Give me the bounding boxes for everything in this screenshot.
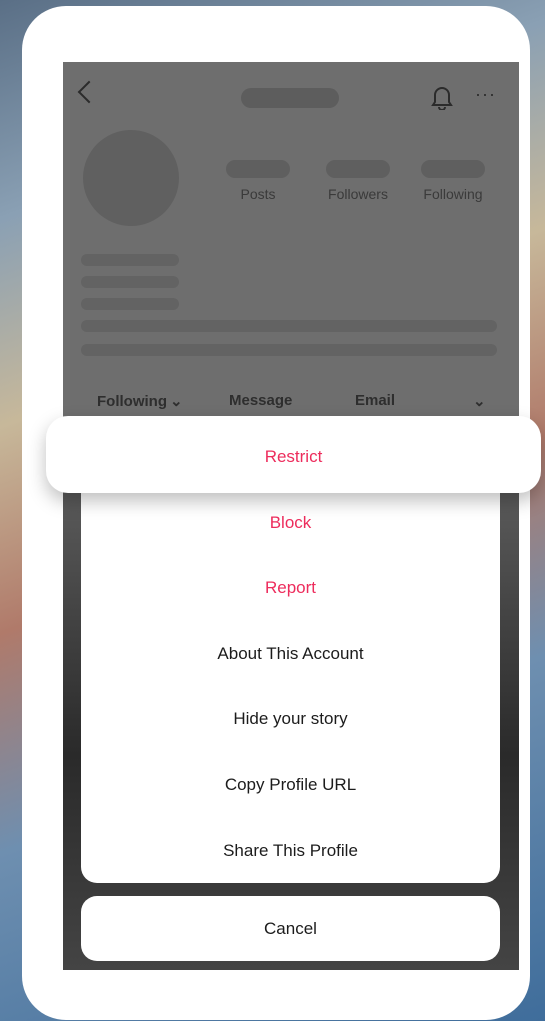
add-person-icon[interactable]: ⌄ [473,392,486,410]
chevron-left-icon[interactable] [77,80,101,104]
bio-line-redacted [81,320,497,332]
stat-following[interactable]: Following [408,160,498,202]
email-button[interactable]: Email [355,392,395,409]
posts-count-redacted [226,160,290,178]
action-sheet: Block Report About This Account Hide you… [81,470,500,883]
sheet-item-restrict[interactable]: Restrict [46,416,541,493]
cancel-button[interactable]: Cancel [81,896,500,961]
sheet-item-report[interactable]: Report [81,555,500,621]
following-button[interactable]: Following ⌄ [97,392,183,410]
following-count-redacted [421,160,485,178]
chevron-down-icon: ⌄ [169,393,183,410]
stat-followers[interactable]: Followers [313,160,403,202]
followers-label: Followers [328,186,388,202]
message-button[interactable]: Message [229,392,292,409]
sheet-item-about-account[interactable]: About This Account [81,621,500,687]
username-redacted [241,88,339,108]
bio-line-redacted [81,344,497,356]
followers-count-redacted [326,160,390,178]
bio-line-redacted [81,298,179,310]
profile-top-bar: ··· [63,62,519,132]
more-icon[interactable]: ··· [475,84,496,105]
sheet-item-hide-story[interactable]: Hide your story [81,686,500,752]
sheet-item-share-profile[interactable]: Share This Profile [81,818,500,884]
posts-label: Posts [240,186,276,202]
sheet-item-copy-url[interactable]: Copy Profile URL [81,752,500,818]
profile-action-row: Following ⌄ Message Email ⌄ [63,388,519,416]
bio-line-redacted [81,254,179,266]
bio-line-redacted [81,276,179,288]
following-button-label: Following [97,393,167,410]
stat-posts[interactable]: Posts [213,160,303,202]
bell-icon[interactable] [431,84,453,115]
avatar [83,130,179,226]
following-label: Following [423,186,483,202]
sheet-item-block[interactable]: Block [81,490,500,556]
